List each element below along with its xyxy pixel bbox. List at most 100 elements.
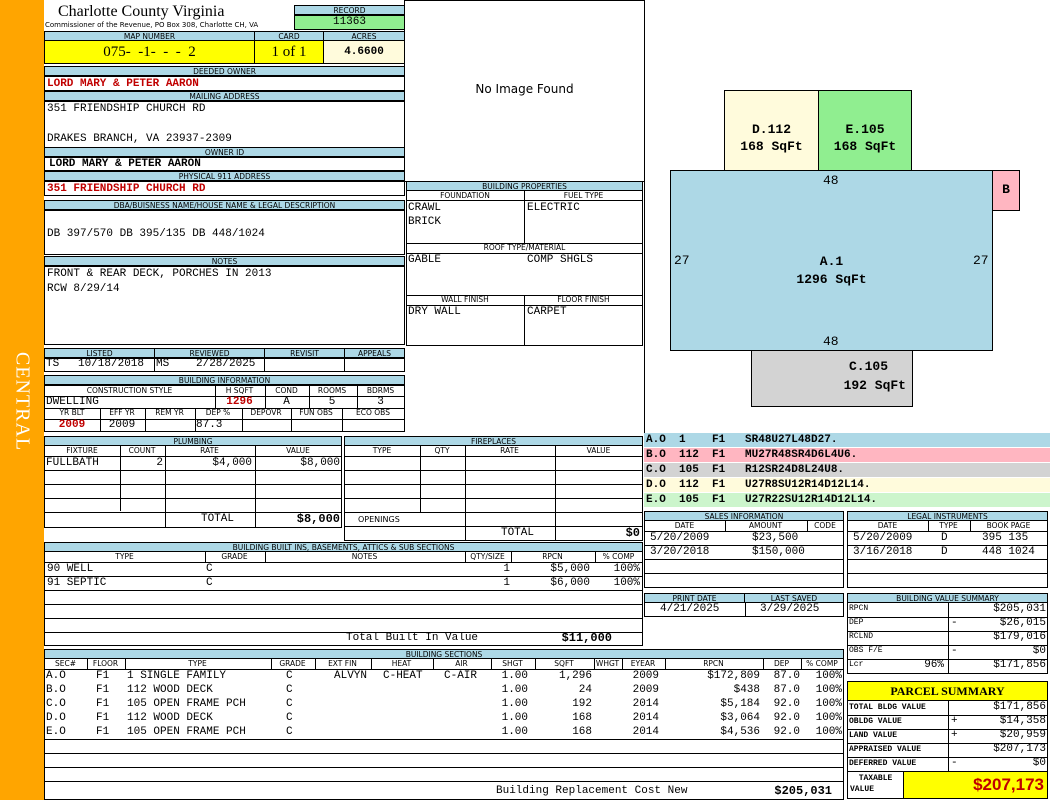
reviewed-by: MS [156, 358, 170, 370]
parcel-appraised-label: APPRAISED VALUE [849, 745, 922, 754]
section-comp: 100% [815, 670, 842, 682]
sec-h-heat: HEAT [391, 659, 412, 668]
sections-total: $205,031 [774, 784, 832, 798]
bi-style-h: CONSTRUCTION STYLE [86, 386, 173, 395]
mailing-address-line2: DRAKES BRANCH, VA 23937-2309 [47, 133, 232, 145]
sketch-e105-id: E.105 [845, 122, 885, 137]
owner-id-label: OWNER ID [44, 147, 405, 157]
print-date: 4/21/2025 [660, 603, 720, 615]
section-air: C-AIR [444, 670, 478, 682]
fireplaces-h-rate: RATE [500, 446, 519, 455]
sketch-d112-sqft: 168 SqFt [740, 139, 803, 154]
dim-top: 48 [823, 173, 839, 188]
section-eyear: 2009 [632, 684, 659, 696]
sec-h-shgt: SHGT [502, 659, 523, 668]
sketch-c105-id: C.105 [848, 359, 888, 374]
plumbing-rate: $4,000 [212, 457, 252, 469]
side-bar: CENTRAL [0, 0, 44, 800]
parcel-appraised: $207,173 [993, 743, 1046, 755]
sec-h-eyear: EYEAR [630, 659, 656, 668]
bvs-rclnd-label: RCLND [849, 632, 874, 641]
bi-dep-h: DEP % [205, 408, 231, 417]
acres-value: 4.6600 [323, 40, 405, 64]
bi-style: DWELLING [46, 396, 99, 408]
section-shgt: 1.00 [501, 670, 528, 682]
section-rpcn: $3,064 [720, 712, 760, 724]
sale1-amount: $23,500 [752, 532, 799, 544]
sketch-c105: C.105 192 SqFt [751, 350, 913, 407]
bi-rooms-h: ROOMS [317, 386, 347, 395]
legal-h-book: BOOK PAGE [986, 521, 1031, 530]
legal1-type: D [941, 532, 948, 544]
roof-label: ROOF TYPE/MATERIAL [483, 243, 566, 252]
sec-h-grade: GRADE [279, 659, 306, 668]
bvs-rpcn-label: RPCN [849, 604, 869, 613]
built-in-row1-rpcn: $5,000 [550, 563, 590, 575]
built-ins-h-comp: % COMP [602, 552, 635, 561]
sale1-date: 5/20/2009 [650, 532, 710, 544]
fireplaces-h-type: TYPE [372, 446, 392, 455]
section-dep: 92.0 [773, 726, 800, 738]
section-sec: E.O [46, 726, 66, 738]
section-sqft: 24 [578, 684, 592, 696]
mailing-address-line1: 351 FRIENDSHIP CHURCH RD [47, 103, 206, 115]
roof-type: GABLE [408, 254, 442, 266]
section-floor: F1 [96, 698, 110, 710]
section-comp: 100% [815, 684, 842, 696]
floor-value: CARPET [527, 306, 567, 318]
physical-address-label: PHYSICAL 911 ADDRESS [44, 171, 405, 181]
building-properties-box [406, 190, 643, 346]
fireplaces-h-qty: QTY [434, 446, 450, 455]
sketch-code-b: B.O 112 F1 MU27R48SR4D6L4U6. [644, 448, 1050, 463]
section-type: 112 WOOD DECK [127, 712, 213, 724]
floor-label: FLOOR FINISH [557, 295, 610, 304]
sec-h-extfin: EXT FIN [328, 659, 357, 668]
notes-line2: RCW 8/29/14 [47, 283, 120, 295]
section-dep: 92.0 [773, 698, 800, 710]
plumbing-h-fixture: FIXTURE [66, 446, 98, 455]
no-image-text: No Image Found [475, 82, 574, 96]
building-info-label: BUILDING INFORMATION [44, 375, 405, 385]
sec-h-type: TYPE [188, 659, 207, 668]
reviewed-date: 2/28/2025 [196, 358, 256, 370]
bi-cond-h: COND [275, 386, 298, 395]
appeals-label: APPEALS [344, 348, 405, 358]
plumbing-total: $8,000 [296, 512, 340, 526]
bi-effyr-h: EFF YR [109, 408, 135, 417]
section-shgt: 1.00 [501, 684, 528, 696]
bi-cond: A [283, 396, 290, 408]
parcel-total-bldg-label: TOTAL BLDG VALUE [849, 703, 926, 712]
sketch-codes: A.O 1 F1 SR48U27L48D27. B.O 112 F1 MU27R… [644, 433, 1050, 508]
section-rpcn: $4,536 [720, 726, 760, 738]
built-in-row2-comp: 100% [613, 577, 640, 589]
built-ins-h-rpcn: RPCN [542, 552, 563, 561]
bi-funobs-h: FUN OBS [299, 408, 333, 417]
legal2-book: 448 1024 [982, 546, 1035, 558]
notes-line1: FRONT & REAR DECK, PORCHES IN 2013 [47, 268, 272, 280]
sale2-amount: $150,000 [752, 546, 805, 558]
section-ext: ALVYN [334, 670, 368, 682]
built-ins-total-label: Total Built In Value [346, 632, 479, 644]
section-floor: F1 [96, 712, 110, 724]
section-shgt: 1.00 [501, 726, 528, 738]
parcel-deferred-label: DEFERRED VALUE [849, 759, 917, 768]
parcel-total-bldg: $171,856 [993, 701, 1046, 713]
section-sec: D.O [46, 712, 66, 724]
sections-total-label: Building Replacement Cost New [496, 785, 688, 797]
sketch-code-e: E.O 105 F1 U27R22SU12R14D12L14. [644, 493, 1050, 507]
section-sqft: 1,296 [558, 670, 592, 682]
roof-material: COMP SHGLS [527, 254, 594, 266]
bvs-obs-label: OBS F/E [849, 646, 883, 655]
section-sec: C.O [46, 698, 66, 710]
card-value: 1 of 1 [254, 40, 324, 64]
bvs-dep: $26,015 [999, 617, 1046, 629]
sketch-d112-id: D.112 [751, 122, 791, 137]
sales-h-amount: AMOUNT [748, 521, 783, 530]
legal1-book: 395 135 [982, 532, 1029, 544]
sec-h-rpcn: RPCN [703, 659, 724, 668]
plumbing-count: 2 [156, 457, 163, 469]
listed-by: TS [46, 358, 60, 370]
bi-rooms: 5 [328, 396, 336, 408]
legal-h-type: TYPE [939, 521, 958, 530]
sale2-date: 3/20/2018 [650, 546, 710, 558]
